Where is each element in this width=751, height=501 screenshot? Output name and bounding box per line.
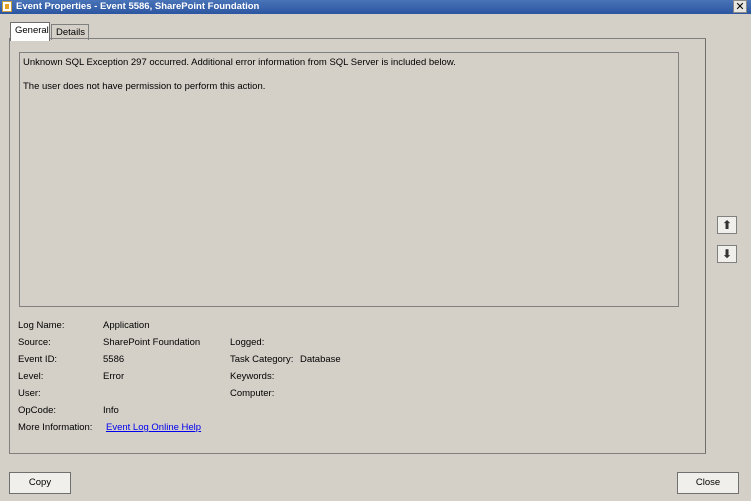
arrow-up-icon: ⬆	[721, 218, 733, 232]
next-event-button[interactable]: ⬇	[717, 245, 737, 263]
log-name-label: Log Name:	[18, 320, 65, 331]
source-value: SharePoint Foundation	[103, 337, 201, 348]
previous-event-button[interactable]: ⬆	[717, 216, 737, 234]
keywords-label: Keywords:	[230, 371, 275, 382]
arrow-down-icon: ⬇	[721, 247, 733, 261]
title-bar: Event Properties - Event 5586, SharePoin…	[0, 0, 751, 14]
user-label: User:	[18, 388, 41, 399]
event-id-label: Event ID:	[18, 354, 58, 365]
opcode-label: OpCode:	[18, 405, 57, 416]
tab-general[interactable]: General	[10, 22, 50, 41]
level-label: Level:	[18, 371, 44, 382]
description-line-1: Unknown SQL Exception 297 occurred. Addi…	[23, 57, 456, 68]
task-category-value: Database	[300, 354, 341, 365]
source-label: Source:	[18, 337, 51, 348]
event-log-online-help-link[interactable]: Event Log Online Help	[106, 422, 201, 433]
task-category-label: Task Category:	[230, 354, 294, 365]
close-button[interactable]: Close	[677, 472, 739, 494]
close-icon[interactable]: ✕	[733, 0, 747, 13]
window-title: Event Properties - Event 5586, SharePoin…	[16, 1, 260, 12]
level-value: Error	[103, 371, 125, 382]
event-id-value: 5586	[103, 354, 125, 365]
log-name-value: Application	[103, 320, 150, 331]
event-description-box[interactable]: Unknown SQL Exception 297 occurred. Addi…	[19, 52, 679, 307]
description-line-2: The user does not have permission to per…	[23, 81, 266, 92]
opcode-value: Info	[103, 405, 119, 416]
more-information-label: More Information:	[18, 422, 93, 433]
computer-label: Computer:	[230, 388, 275, 399]
event-viewer-icon	[2, 1, 12, 12]
logged-label: Logged:	[230, 337, 265, 348]
copy-button[interactable]: Copy	[9, 472, 71, 494]
